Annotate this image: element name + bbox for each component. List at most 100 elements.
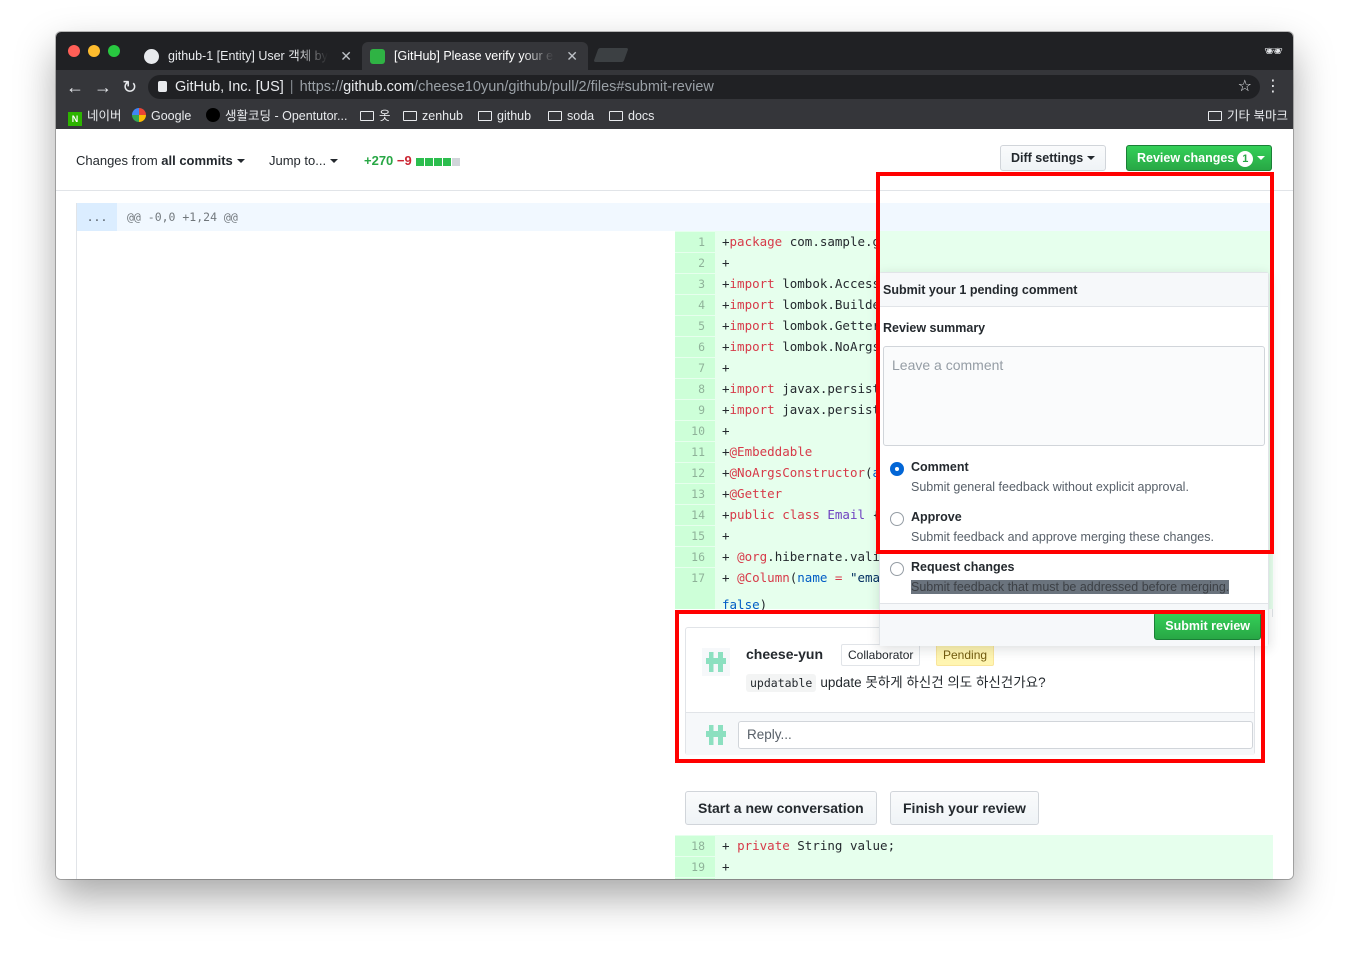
line-code: +@Getter — [722, 486, 783, 501]
line-number[interactable]: 16 — [675, 547, 715, 568]
tab-close-icon[interactable]: ✕ — [566, 42, 578, 70]
review-summary-textarea[interactable]: Leave a comment — [883, 346, 1265, 446]
google-icon — [132, 108, 146, 122]
line-number[interactable]: 20 — [675, 878, 715, 879]
diff-right-pane-continued: 18 + private String value; 19 +20+ @Builder — [675, 835, 1273, 879]
diff-line: 19 + — [675, 856, 1273, 878]
line-code: +import javax.persist — [722, 402, 881, 417]
folder-icon — [548, 111, 562, 121]
line-code: +package com.sample.g — [722, 234, 881, 249]
line-code: +import lombok.Builde — [722, 297, 881, 312]
new-tab-button[interactable] — [593, 48, 629, 62]
line-number[interactable]: 12 — [675, 463, 715, 484]
address-bar[interactable]: GitHub, Inc. [US] | https://github.com/che… — [148, 75, 1260, 99]
bookmark-folder-clothes[interactable]: 옷 — [360, 105, 391, 127]
collaborator-label: Collaborator — [841, 644, 921, 666]
bookmark-star-icon[interactable]: ☆ — [1238, 75, 1252, 99]
line-number[interactable]: 5 — [675, 316, 715, 337]
url-path: /cheese10yun/github/pull/2/files#submit-… — [414, 79, 714, 95]
folder-icon — [360, 111, 374, 121]
reply-input[interactable]: Reply... — [738, 721, 1253, 749]
line-number[interactable]: 19 — [675, 857, 715, 878]
avatar — [702, 721, 730, 749]
folder-icon — [478, 111, 492, 121]
github-page: Changes from all commits Jump to... +270… — [56, 129, 1293, 879]
folder-icon — [403, 111, 417, 121]
avatar[interactable] — [702, 648, 730, 676]
back-arrow-icon[interactable]: ← — [66, 76, 84, 98]
line-number[interactable] — [675, 588, 715, 609]
close-window-button[interactable] — [68, 45, 80, 57]
comment-author[interactable]: cheese-yun — [746, 646, 823, 662]
tab-close-icon[interactable]: ✕ — [340, 42, 352, 70]
line-code: + — [722, 423, 730, 438]
browser-tab-github-pr[interactable]: github-1 [Entity] User 객체 by c ✕ — [136, 42, 362, 70]
line-number[interactable]: 10 — [675, 421, 715, 442]
browser-menu-icon[interactable]: ⋮ — [1265, 76, 1281, 96]
line-code: +@NoArgsConstructor(a — [722, 465, 881, 480]
browser-window: github-1 [Entity] User 객체 by c ✕ [GitHub… — [56, 32, 1293, 879]
maximize-window-button[interactable] — [108, 45, 120, 57]
jump-to-dropdown[interactable]: Jump to... — [269, 153, 339, 168]
line-number[interactable]: 17 — [675, 568, 715, 589]
finish-review-button[interactable]: Finish your review — [890, 791, 1039, 825]
line-code: + — [722, 859, 730, 874]
expand-lines-button[interactable]: ... — [77, 203, 117, 231]
pr-files-toolbar: Changes from all commits Jump to... +270… — [56, 129, 1293, 191]
line-number[interactable]: 1 — [675, 232, 715, 253]
diff-line: 2 + — [675, 252, 1273, 274]
url-host: github.com — [343, 79, 415, 95]
line-number[interactable]: 8 — [675, 379, 715, 400]
line-number[interactable]: 13 — [675, 484, 715, 505]
line-number[interactable]: 11 — [675, 442, 715, 463]
line-code: + private String value; — [722, 838, 896, 853]
start-new-conversation-button[interactable]: Start a new conversation — [685, 791, 877, 825]
bookmark-google[interactable]: Google — [132, 105, 191, 127]
tab-title: [GitHub] Please verify your em — [394, 49, 554, 63]
bookmark-folder-zenhub[interactable]: zenhub — [403, 105, 463, 127]
line-code: +import lombok.Access — [722, 276, 881, 291]
hunk-header: ... @@ -0,0 +1,24 @@ — [77, 203, 1273, 231]
line-code: + — [722, 360, 730, 375]
bookmark-opentutorials[interactable]: 생활코딩 - Opentutor... — [206, 105, 347, 127]
submit-review-popover: Submit your 1 pending comment Review sum… — [879, 272, 1269, 646]
minimize-window-button[interactable] — [88, 45, 100, 57]
line-number[interactable]: 9 — [675, 400, 715, 421]
line-number[interactable]: 7 — [675, 358, 715, 379]
diffstat-bar — [415, 154, 461, 169]
bookmark-folder-soda[interactable]: soda — [548, 105, 594, 127]
line-number[interactable]: 18 — [675, 836, 715, 857]
radio-approve[interactable] — [890, 512, 904, 526]
review-changes-button[interactable]: Review changes 1 — [1126, 145, 1272, 171]
site-identity: GitHub, Inc. [US] — [175, 79, 284, 95]
line-number[interactable]: 3 — [675, 274, 715, 295]
line-number[interactable]: 4 — [675, 295, 715, 316]
reload-icon[interactable]: ↻ — [122, 76, 137, 98]
opentutorials-icon — [206, 108, 220, 122]
bookmarks-bar: N 네이버 Google 생활코딩 - Opentutor... 옷 zenhub… — [56, 104, 1293, 129]
additions-count: +270 — [364, 153, 394, 168]
bookmark-folder-docs[interactable]: docs — [609, 105, 654, 127]
diff-settings-button[interactable]: Diff settings — [1000, 145, 1107, 171]
submit-review-button[interactable]: Submit review — [1154, 612, 1261, 640]
option-title: Request changes — [911, 560, 1015, 574]
line-code: +@Embeddable — [722, 444, 813, 459]
radio-request-changes[interactable] — [890, 562, 904, 576]
changes-from-dropdown[interactable]: Changes from all commits — [76, 153, 245, 168]
caret-down-icon — [330, 159, 339, 163]
github-favicon-icon — [144, 49, 159, 64]
radio-comment[interactable] — [890, 462, 904, 476]
browser-tab-github-verify[interactable]: [GitHub] Please verify your em ✕ — [362, 42, 588, 70]
other-bookmarks[interactable]: 기타 북마크 — [1208, 105, 1288, 127]
bookmark-folder-github[interactable]: github — [478, 105, 531, 127]
line-number[interactable]: 2 — [675, 253, 715, 274]
bookmark-naver[interactable]: N 네이버 — [68, 105, 122, 127]
option-title: Approve — [911, 510, 962, 524]
forward-arrow-icon[interactable]: → — [94, 76, 112, 98]
line-number[interactable]: 14 — [675, 505, 715, 526]
line-number[interactable]: 6 — [675, 337, 715, 358]
option-title: Comment — [911, 460, 969, 474]
browser-toolbar: ← → ↻ GitHub, Inc. [US] | https://github.c… — [56, 70, 1293, 104]
reply-row: Reply... — [686, 712, 1254, 755]
line-number[interactable]: 15 — [675, 526, 715, 547]
